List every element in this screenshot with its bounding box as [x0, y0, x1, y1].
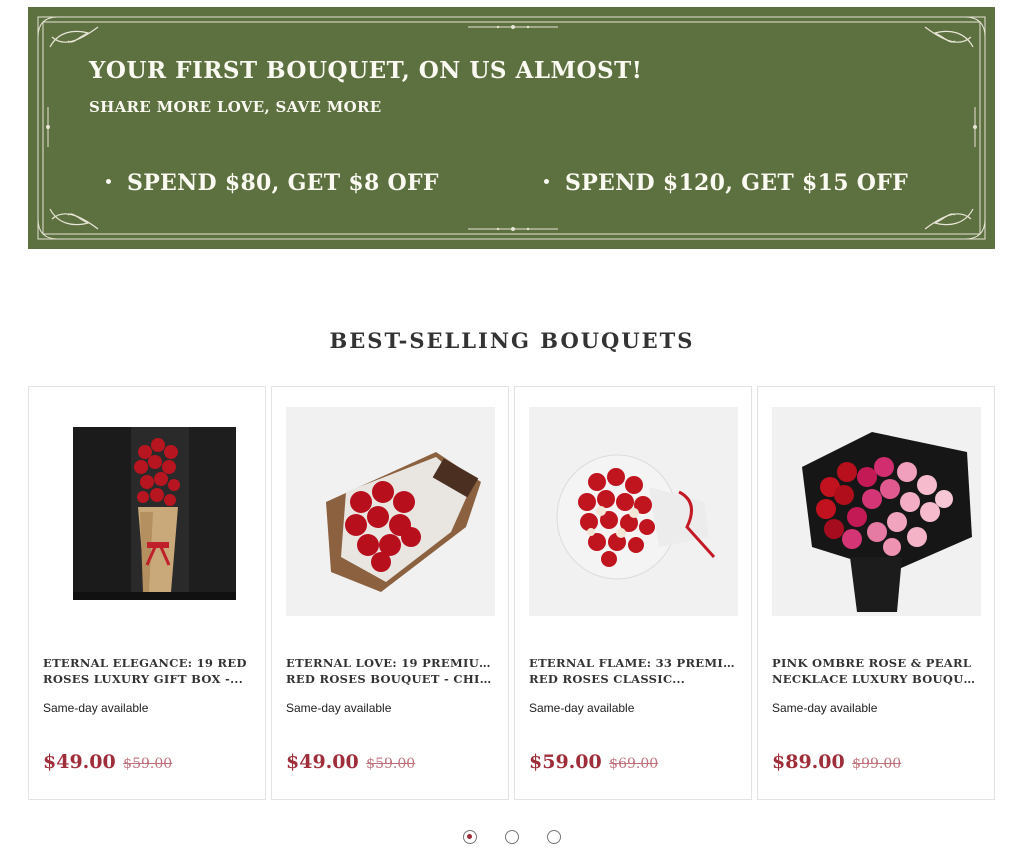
promo-subheadline: SHARE MORE LOVE, SAVE MORE [89, 98, 382, 116]
offer-tier-2: SPEND $120, GET $15 OFF [544, 170, 908, 196]
sale-price: $89.00 [772, 751, 845, 773]
offer-tier-1: SPEND $80, GET $8 OFF [106, 170, 439, 196]
product-image[interactable] [286, 407, 495, 616]
ornamental-frame [37, 16, 986, 240]
availability-label: Same-day available [529, 701, 635, 715]
promo-headline: YOUR FIRST BOUQUET, ON US ALMOST! [89, 57, 643, 84]
original-price: $69.00 [609, 756, 659, 772]
price-block: $89.00 $99.00 [772, 751, 901, 773]
product-name[interactable]: ETERNAL ELEGANCE: 19 RED ROSES LUXURY GI… [43, 655, 249, 687]
sale-price: $49.00 [43, 751, 116, 773]
product-card[interactable]: ETERNAL ELEGANCE: 19 RED ROSES LUXURY GI… [28, 386, 266, 800]
availability-label: Same-day available [772, 701, 878, 715]
product-name[interactable]: ETERNAL LOVE: 19 PREMIUM RED ROSES BOUQU… [286, 655, 492, 687]
bullet-icon [106, 178, 111, 184]
sale-price: $49.00 [286, 751, 359, 773]
product-card[interactable]: PINK OMBRE ROSE & PEARL NECKLACE LUXURY … [757, 386, 995, 800]
carousel-dot-2[interactable] [505, 830, 519, 844]
original-price: $59.00 [123, 756, 173, 772]
availability-label: Same-day available [286, 701, 392, 715]
original-price: $99.00 [852, 756, 902, 772]
bullet-icon [544, 178, 549, 184]
product-image[interactable] [529, 407, 738, 616]
offer-text: SPEND $120, GET $15 OFF [565, 170, 909, 196]
offer-text: SPEND $80, GET $8 OFF [127, 170, 439, 196]
product-image[interactable] [43, 407, 252, 616]
product-name[interactable]: ETERNAL FLAME: 33 PREMIUM RED ROSES CLAS… [529, 655, 735, 687]
sale-price: $59.00 [529, 751, 602, 773]
price-block: $49.00 $59.00 [43, 751, 172, 773]
price-block: $49.00 $59.00 [286, 751, 415, 773]
product-name[interactable]: PINK OMBRE ROSE & PEARL NECKLACE LUXURY … [772, 655, 978, 687]
carousel-pagination [0, 830, 1024, 849]
product-card[interactable]: ETERNAL FLAME: 33 PREMIUM RED ROSES CLAS… [514, 386, 752, 800]
availability-label: Same-day available [43, 701, 149, 715]
carousel-dot-1[interactable] [462, 830, 477, 844]
product-card[interactable]: ETERNAL LOVE: 19 PREMIUM RED ROSES BOUQU… [271, 386, 509, 800]
original-price: $59.00 [366, 756, 416, 772]
carousel-dot-3[interactable] [547, 830, 562, 844]
promo-banner[interactable]: YOUR FIRST BOUQUET, ON US ALMOST! SHARE … [28, 7, 995, 249]
section-title: BEST-SELLING BOUQUETS [329, 328, 695, 353]
price-block: $59.00 $69.00 [529, 751, 658, 773]
product-image[interactable] [772, 407, 981, 616]
